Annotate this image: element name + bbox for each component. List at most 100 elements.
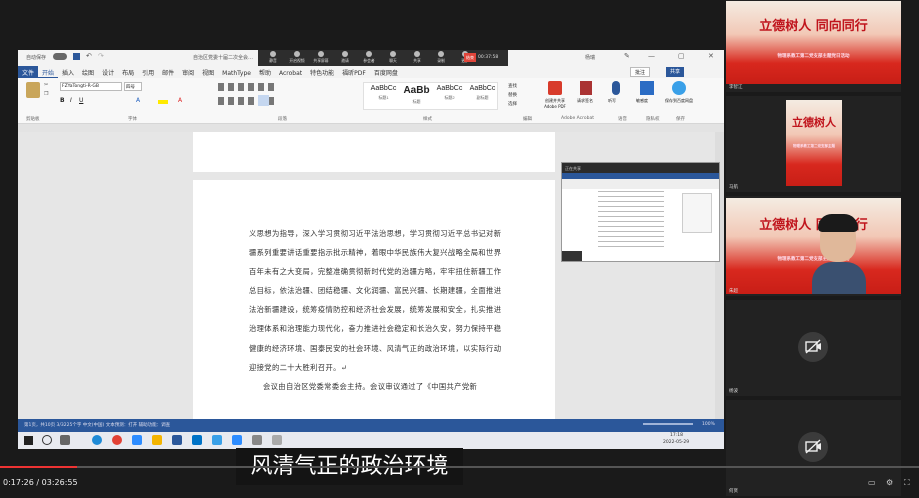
share-button[interactable]: 共享 [666,67,685,77]
ribbon-group-label: 字体 [128,117,137,122]
camera-off-icon [798,432,828,462]
adobe-pdf-icon[interactable] [548,81,562,95]
sensitivity-icon[interactable] [640,81,654,95]
style-item[interactable]: AaBb 标题 [401,85,432,105]
app2-icon[interactable] [252,435,262,445]
copy-icon[interactable]: ❐ [44,91,48,97]
task-view-icon[interactable] [60,435,70,445]
replace-button[interactable]: 替换 [508,91,517,100]
pen-icon[interactable]: ✎ [624,52,630,60]
participant-tile-1[interactable]: 立德树人 同向同行 物理系教工第二党支部主题党日活动 李智江 [726,0,901,92]
outlook-icon[interactable] [192,435,202,445]
align-icons[interactable] [218,97,278,105]
status-bar: 第1页，共10页 3/3225个字 中文(中国) 文本预测：打开 辅助功能：调查… [18,419,724,432]
shared-screen-window[interactable]: 正在共享 [561,162,720,262]
undo-icon[interactable]: ↶ [86,52,92,60]
ribbon-tab[interactable]: 绘图 [78,66,98,78]
meeting-app-icon[interactable] [232,435,242,445]
meeting-toolbar-item[interactable]: 静音 [262,51,284,64]
ribbon: ✂ ❐ FZYaTongti-R-GB 四号 B I U A A AaBbCc 标… [18,78,724,124]
document-page[interactable]: 义思想为指导，深入学习贯彻习近平法治思想，学习贯彻习近平总书记对新疆系列重要讲话… [193,180,555,420]
banner-title: 立德树人 [792,116,836,129]
end-meeting-button[interactable]: 结束 [464,53,476,62]
ribbon-tab[interactable]: 插入 [58,66,78,78]
underline-icon[interactable]: U [79,97,83,104]
meeting-toolbar-icon [414,51,420,57]
settings-icon[interactable]: ⚙ [886,478,893,487]
player-progress-bar[interactable] [0,466,919,468]
list-icons[interactable] [218,83,278,91]
app3-icon[interactable] [272,435,282,445]
ribbon-tab[interactable]: 布局 [118,66,138,78]
save-icon[interactable] [73,53,80,60]
search-icon[interactable] [42,435,52,445]
ribbon-tab[interactable]: 设计 [98,66,118,78]
dictate-label: 听写 [608,98,616,103]
ribbon-tab[interactable]: 文件 [18,66,39,78]
meeting-toolbar-item[interactable]: 共享屏幕 [310,51,332,64]
meeting-toolbar-icon [270,51,276,57]
select-button[interactable]: 选择 [508,100,517,109]
autosave-toggle[interactable] [53,53,67,60]
ribbon-tab[interactable]: 特色功能 [306,66,338,78]
ribbon-tab[interactable]: 百度网盘 [370,66,402,78]
comment-button[interactable]: 批注 [630,67,651,77]
baidu-pan-icon[interactable] [672,81,686,95]
close-icon[interactable]: ✕ [708,52,714,60]
meeting-toolbar-item[interactable]: 邀请 [334,51,356,64]
paste-icon[interactable] [26,82,40,98]
text-effect-icon[interactable]: A [136,97,140,104]
meeting-toolbar-item[interactable]: 聊天 [382,51,404,64]
windows-start-icon[interactable] [24,436,33,445]
meeting-toolbar-item[interactable]: 共享 [406,51,428,64]
ribbon-tab[interactable]: 福昕PDF [338,66,370,78]
ribbon-tab[interactable]: 帮助 [255,66,275,78]
ribbon-tab[interactable]: 审阅 [178,66,198,78]
highlight-icon[interactable] [158,100,168,104]
participant-tile-4[interactable]: 杨波 [726,300,901,396]
taskbar-time: 17:18 [670,433,683,438]
style-item[interactable]: AaBbCc 标题2 [434,85,465,101]
folder-icon[interactable] [152,435,162,445]
request-sign-icon[interactable] [580,81,592,95]
style-item[interactable]: AaBbCc 标题1 [368,85,399,101]
styles-gallery[interactable]: AaBbCc 标题1 AaBb 标题 AaBbCc 标题2 AaBbCc 副标题 [363,82,498,110]
editing-tools[interactable]: 查找 替换 选择 [508,82,517,109]
tencent-meeting-icon[interactable] [132,435,142,445]
chrome-icon[interactable] [112,435,122,445]
ribbon-tab[interactable]: 引用 [138,66,158,78]
document-text[interactable]: 义思想为指导，深入学习贯彻习近平法治思想，学习贯彻习近平总书记对新疆系列重要讲话… [249,224,507,396]
meeting-toolbar-item[interactable]: 参会者 [358,51,380,64]
word-taskbar-icon[interactable] [172,435,182,445]
ribbon-tab[interactable]: 开始 [38,66,59,78]
app-icon[interactable] [212,435,222,445]
font-name-select[interactable]: FZYaTongti-R-GB [60,82,122,91]
ribbon-tab[interactable]: 邮件 [158,66,178,78]
participant-tile-2[interactable]: 立德树人 物理系教工第二党支部主题 马航 [726,96,901,192]
find-button[interactable]: 查找 [508,82,517,91]
maximize-icon[interactable]: ▢ [678,52,685,60]
participant-name: 朱超 [729,289,738,294]
italic-icon[interactable]: I [70,97,72,104]
meeting-toolbar-label: 邀请 [341,58,349,63]
fullscreen-icon[interactable]: ⛶ [904,478,910,488]
bold-icon[interactable]: B [60,97,65,104]
zoom-slider[interactable] [643,423,693,425]
minimize-icon[interactable]: — [648,52,655,60]
redo-icon[interactable]: ↷ [98,52,104,60]
cut-icon[interactable]: ✂ [44,82,48,88]
meeting-toolbar-item[interactable]: 开启视频 [286,51,308,64]
font-color-icon[interactable]: A [178,97,182,104]
participant-name: 马航 [729,185,738,190]
subtitle-toggle-icon[interactable]: ▭ [868,478,876,487]
font-size-select[interactable]: 四号 [124,82,142,91]
participant-tile-3[interactable]: 立德树人 同向同行 物理系教工第二党支部主题党日活动 朱超 [726,196,901,296]
style-item[interactable]: AaBbCc 副标题 [467,85,498,101]
meeting-toolbar-item[interactable]: 录制 [430,51,452,64]
shared-toolbar [562,179,719,189]
ribbon-tab[interactable]: 视图 [198,66,218,78]
hair [818,214,858,232]
edge-icon[interactable] [92,435,102,445]
dictate-icon[interactable] [612,81,620,95]
justify-icon[interactable] [258,95,269,106]
